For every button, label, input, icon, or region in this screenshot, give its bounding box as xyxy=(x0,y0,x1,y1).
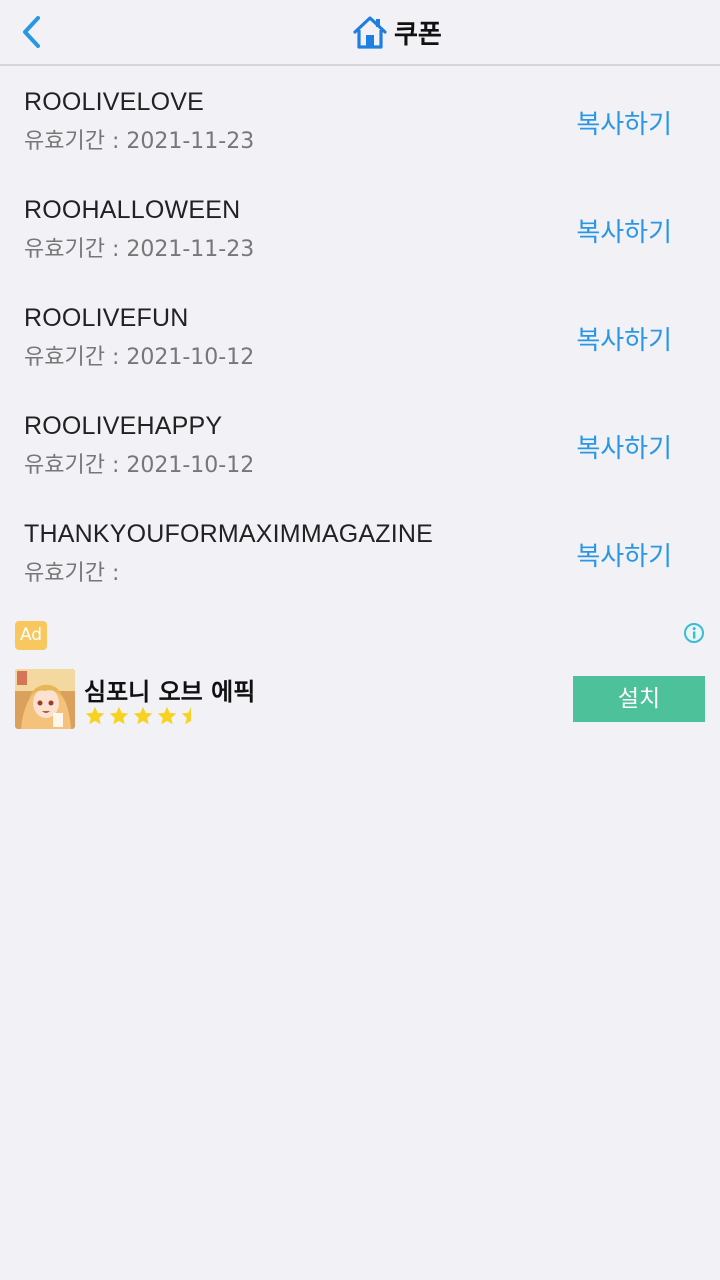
coupon-row: ROOLIVEHAPPY 유효기간 : 2021-10-12 복사하기 xyxy=(0,392,720,500)
coupon-row: ROOHALLOWEEN 유효기간 : 2021-11-23 복사하기 xyxy=(0,176,720,284)
back-button[interactable] xyxy=(14,12,48,52)
ad-app-thumbnail[interactable] xyxy=(15,669,75,729)
coupon-code: ROOHALLOWEEN xyxy=(24,196,241,224)
ad-app-name: 심포니 오브 에픽 xyxy=(84,678,256,706)
coupon-code: ROOLIVELOVE xyxy=(24,88,205,116)
copy-button[interactable]: 복사하기 xyxy=(576,212,672,249)
info-icon[interactable] xyxy=(683,622,705,644)
copy-button[interactable]: 복사하기 xyxy=(576,320,672,357)
coupon-row: THANKYOUFORMAXIMMAGAZINE 유효기간 : 복사하기 xyxy=(0,500,720,608)
ad-banner[interactable]: Ad 심포니 오브 에픽 설치 xyxy=(0,620,720,740)
home-icon[interactable] xyxy=(352,14,388,50)
star-icon xyxy=(157,706,177,725)
coupon-expiry: 유효기간 : 2021-10-12 xyxy=(24,453,255,478)
header-title-group: 쿠폰 xyxy=(352,14,442,50)
ad-badge: Ad xyxy=(15,621,47,650)
star-icon xyxy=(85,706,105,725)
half-star-icon xyxy=(181,706,201,725)
coupon-row: ROOLIVELOVE 유효기간 : 2021-11-23 복사하기 xyxy=(0,68,720,176)
coupon-row: ROOLIVEFUN 유효기간 : 2021-10-12 복사하기 xyxy=(0,284,720,392)
chevron-left-icon xyxy=(23,16,40,48)
coupon-code: THANKYOUFORMAXIMMAGAZINE xyxy=(24,520,433,548)
copy-button[interactable]: 복사하기 xyxy=(576,104,672,141)
coupon-expiry: 유효기간 : 2021-11-23 xyxy=(24,129,255,154)
coupon-expiry: 유효기간 : 2021-11-23 xyxy=(24,237,255,262)
rating-stars xyxy=(84,704,204,728)
coupon-expiry: 유효기간 : xyxy=(24,561,120,586)
star-icon xyxy=(133,706,153,725)
page-title: 쿠폰 xyxy=(394,19,442,50)
copy-button[interactable]: 복사하기 xyxy=(576,536,672,573)
coupon-list: ROOLIVELOVE 유효기간 : 2021-11-23 복사하기 ROOHA… xyxy=(0,68,720,608)
install-button[interactable]: 설치 xyxy=(573,676,705,722)
coupon-code: ROOLIVEHAPPY xyxy=(24,412,223,440)
copy-button[interactable]: 복사하기 xyxy=(576,428,672,465)
coupon-expiry: 유효기간 : 2021-10-12 xyxy=(24,345,255,370)
header-bar: 쿠폰 xyxy=(0,0,720,66)
coupon-code: ROOLIVEFUN xyxy=(24,304,189,332)
star-icon xyxy=(109,706,129,725)
